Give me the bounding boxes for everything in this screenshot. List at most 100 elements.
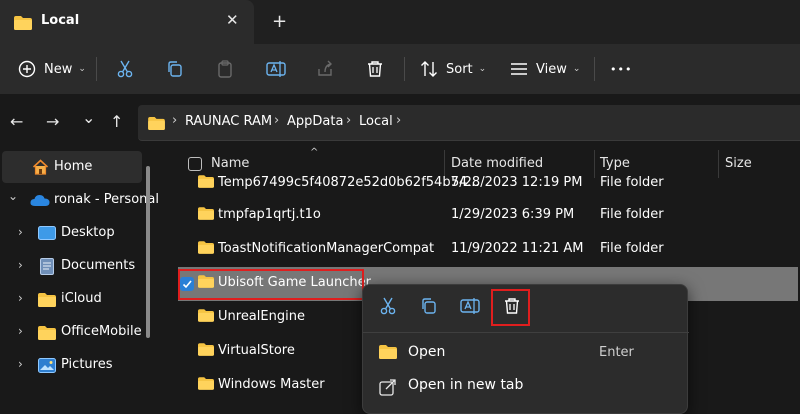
sidebar-item-pictures[interactable]: › Pictures	[0, 349, 150, 381]
sidebar-item-desktop[interactable]: › Desktop	[0, 217, 150, 249]
chevron-right-icon[interactable]: ›	[18, 225, 23, 239]
sidebar-item-label: Desktop	[61, 225, 115, 240]
share-button[interactable]	[316, 44, 334, 94]
table-row[interactable]: tmpfap1qrtj.t1o 1/29/2023 6:39 PM File f…	[178, 199, 798, 233]
divider	[96, 57, 97, 81]
address-bar[interactable]: › RAUNAC RAM › AppData › Local ›	[138, 105, 800, 141]
command-bar: New ⌄ Sort ⌄ View ⌄ •••	[0, 44, 800, 94]
file-date: 11/9/2022 11:21 AM	[451, 241, 584, 256]
breadcrumb-separator: ›	[346, 113, 352, 128]
new-label: New	[44, 61, 73, 77]
cut-icon[interactable]	[379, 297, 397, 319]
sidebar-item-label: ronak - Personal	[54, 192, 159, 207]
sort-label: Sort	[446, 61, 473, 77]
context-menu-item-open-in-new-tab[interactable]: Open in new tab	[363, 370, 689, 402]
sidebar-item-label: OfficeMobile	[61, 324, 142, 339]
sort-button[interactable]: Sort ⌄	[420, 44, 486, 94]
copy-button[interactable]	[166, 44, 184, 94]
folder-icon	[198, 377, 214, 394]
copy-icon[interactable]	[420, 297, 438, 319]
sidebar-item-documents[interactable]: › Documents	[0, 250, 150, 282]
documents-icon	[40, 258, 54, 279]
new-tab-button[interactable]: +	[272, 11, 287, 32]
desktop-icon	[38, 226, 56, 244]
open-new-tab-icon	[379, 378, 397, 400]
highlight-box-delete	[491, 289, 530, 326]
chevron-down-icon: ⌄	[78, 64, 86, 74]
back-arrow-icon[interactable]: ←	[10, 112, 23, 131]
view-button[interactable]: View ⌄	[510, 44, 580, 94]
chevron-right-icon[interactable]: ›	[18, 258, 23, 272]
delete-button[interactable]	[366, 44, 384, 94]
cloud-icon	[30, 194, 50, 210]
view-label: View	[536, 61, 567, 77]
file-type: File folder	[600, 241, 664, 256]
breadcrumb-appdata[interactable]: AppData	[287, 114, 343, 129]
up-arrow-icon[interactable]: ↑	[110, 112, 123, 131]
file-name: ToastNotificationManagerCompat	[218, 241, 435, 256]
plus-circle-icon	[18, 60, 36, 78]
sidebar-scrollbar[interactable]	[146, 166, 150, 338]
navigation-pane: Home ⌄ ronak - Personal › Desktop › Docu…	[0, 150, 159, 404]
keyboard-shortcut: Enter	[599, 345, 634, 360]
list-view-icon	[510, 61, 528, 77]
sidebar-item-label: Documents	[61, 258, 136, 273]
folder-icon	[379, 345, 397, 363]
table-row[interactable]: Temp67499c5f40872e52d0b62f54b74... 5/28/…	[178, 167, 798, 197]
breadcrumb-raunac-ram[interactable]: RAUNAC RAM	[185, 114, 272, 129]
file-name: Windows Master	[218, 377, 325, 392]
breadcrumb-local[interactable]: Local	[359, 114, 393, 129]
folder-icon	[14, 15, 32, 34]
clipboard-icon	[216, 60, 234, 78]
folder-icon	[198, 309, 214, 326]
cut-button[interactable]	[116, 44, 134, 94]
sidebar-item-home[interactable]: Home	[2, 151, 142, 183]
sidebar-item-icloud[interactable]: › iCloud	[0, 283, 150, 315]
sidebar-item-onedrive[interactable]: ⌄ ronak - Personal	[0, 184, 159, 216]
file-name: tmpfap1qrtj.t1o	[218, 207, 321, 222]
tab-bar: Local ✕ +	[0, 0, 800, 44]
breadcrumb-separator: ›	[274, 113, 280, 128]
chevron-right-icon[interactable]: ›	[18, 324, 23, 338]
folder-icon	[38, 293, 56, 311]
recent-locations-chevron-icon[interactable]: ⌄	[82, 108, 95, 127]
chevron-right-icon[interactable]: ›	[18, 291, 23, 305]
context-menu-item-open[interactable]: Open Enter	[363, 337, 689, 369]
divider	[594, 57, 595, 81]
divider	[404, 57, 405, 81]
context-menu-item-label: Open	[408, 344, 446, 360]
sidebar-item-label: iCloud	[61, 291, 102, 306]
rename-icon[interactable]	[460, 297, 480, 319]
chevron-right-icon[interactable]: ›	[18, 357, 23, 371]
file-date: 5/28/2023 12:19 PM	[451, 175, 583, 190]
more-options-button[interactable]: •••	[610, 44, 632, 94]
sort-ascending-icon: ^	[310, 147, 319, 158]
sort-icon	[420, 60, 438, 78]
file-name: UnrealEngine	[218, 309, 305, 324]
chevron-down-icon[interactable]: ⌄	[8, 189, 18, 203]
close-tab-button[interactable]: ✕	[226, 11, 239, 29]
share-icon	[316, 60, 334, 78]
copy-icon	[166, 60, 184, 78]
folder-icon	[198, 343, 214, 360]
rename-icon	[266, 60, 286, 78]
sidebar-item-label: Pictures	[61, 357, 113, 372]
sidebar-item-officemobile[interactable]: › OfficeMobile	[0, 316, 150, 348]
chevron-down-icon: ⌄	[478, 64, 487, 74]
new-button[interactable]: New ⌄	[18, 44, 86, 94]
folder-icon	[148, 115, 165, 134]
tab-local[interactable]: Local ✕	[0, 0, 254, 44]
home-icon	[32, 159, 49, 179]
folder-icon	[198, 207, 214, 224]
rename-button[interactable]	[266, 44, 286, 94]
folder-icon	[38, 326, 56, 344]
sidebar-item-label: Home	[54, 159, 93, 174]
paste-button[interactable]	[216, 44, 234, 94]
file-type: File folder	[600, 207, 664, 222]
file-name: Temp67499c5f40872e52d0b62f54b74...	[218, 175, 480, 190]
forward-arrow-icon[interactable]: →	[46, 112, 59, 131]
file-type: File folder	[600, 175, 664, 190]
chevron-down-icon: ⌄	[572, 64, 581, 74]
folder-icon	[198, 175, 214, 192]
table-row[interactable]: ToastNotificationManagerCompat 11/9/2022…	[178, 233, 798, 267]
